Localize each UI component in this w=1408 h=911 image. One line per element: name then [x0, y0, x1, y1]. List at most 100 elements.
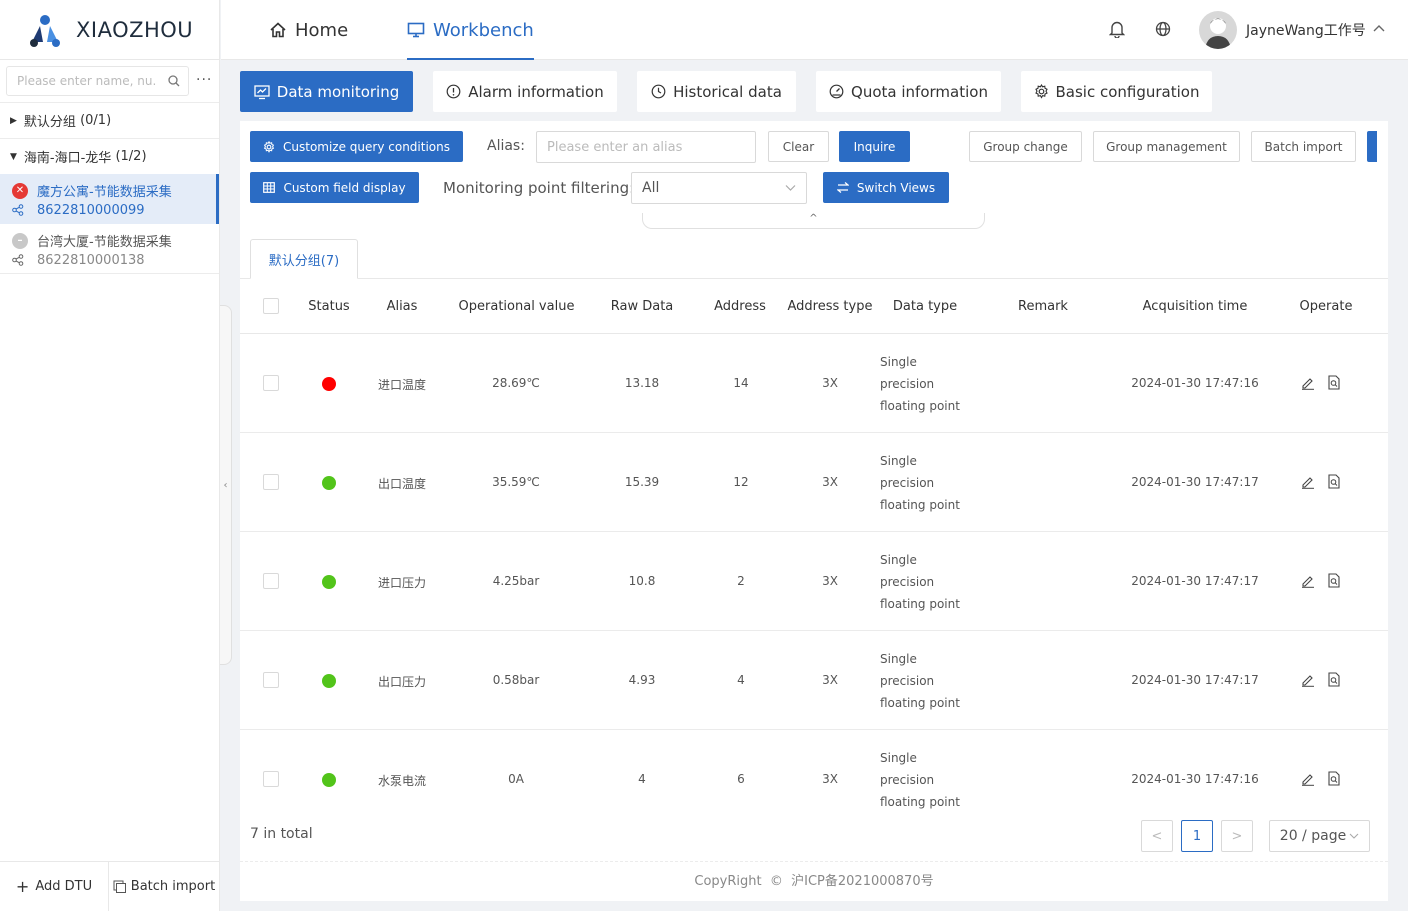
row-checkbox[interactable]	[263, 672, 279, 688]
custom-field-display-button[interactable]: Custom field display	[250, 172, 419, 203]
page-1-button[interactable]: 1	[1181, 820, 1213, 852]
cell-address-type: 3X	[822, 673, 838, 687]
logo[interactable]: XIAOZHOU	[0, 0, 220, 60]
chevron-up-icon[interactable]	[1373, 24, 1385, 32]
table-row[interactable]: 出口压力 0.58bar 4.93 4 3X Single precision fl…	[240, 631, 1388, 730]
device-item[interactable]: – 台湾大厦-节能数据采集 8622810000138	[0, 224, 219, 274]
tab-historical-data[interactable]: Historical data	[637, 71, 796, 112]
customize-query-label: Customize query conditions	[283, 139, 450, 154]
tab-data-monitoring[interactable]: Data monitoring	[240, 71, 413, 112]
icp-link[interactable]: 沪ICP备2021000870号	[791, 874, 933, 889]
alias-input[interactable]	[547, 139, 755, 155]
document-search-icon[interactable]	[1327, 474, 1341, 489]
user-name[interactable]: JayneWang工作号	[1246, 20, 1366, 40]
alias-field[interactable]	[536, 131, 756, 163]
nav-workbench[interactable]: Workbench	[407, 0, 534, 60]
filter-value: All	[642, 180, 660, 196]
document-search-icon[interactable]	[1327, 771, 1341, 786]
group-management-button[interactable]: Group management	[1093, 131, 1240, 162]
overflow-button[interactable]	[1367, 131, 1377, 162]
row-checkbox[interactable]	[263, 474, 279, 490]
cell-value: 0A	[508, 772, 524, 786]
batch-import-button[interactable]: Batch import	[1251, 131, 1356, 162]
clear-label: Clear	[782, 139, 815, 154]
cell-alias: 水泵电流	[377, 774, 426, 788]
cell-data-type: Single precision floating point	[880, 751, 960, 809]
group-hainan[interactable]: ▼ 海南-海口-龙华 (1/2)	[0, 138, 219, 174]
chevron-down-icon	[1349, 833, 1359, 839]
search-icon[interactable]	[168, 75, 180, 87]
avatar[interactable]	[1199, 11, 1237, 49]
document-search-icon[interactable]	[1327, 672, 1341, 687]
document-search-icon[interactable]	[1327, 573, 1341, 588]
row-checkbox[interactable]	[263, 771, 279, 787]
row-checkbox[interactable]	[263, 573, 279, 589]
batch-import-button[interactable]: Batch import	[109, 862, 219, 911]
device-item[interactable]: ✕ 魔方公寓-节能数据采集 8622810000099	[0, 174, 219, 224]
next-page-button[interactable]: >	[1221, 820, 1253, 852]
nav-workbench-label: Workbench	[433, 19, 534, 41]
status-normal-dot	[322, 575, 336, 589]
table-row[interactable]: 进口温度 28.69℃ 13.18 14 3X Single precision f…	[240, 334, 1388, 433]
col-data-type: Data type	[892, 299, 958, 314]
alert-circle-icon	[446, 84, 461, 99]
monitor-icon	[407, 22, 425, 38]
share-icon[interactable]	[12, 254, 24, 266]
tab-basic-configuration[interactable]: Basic configuration	[1021, 71, 1212, 112]
device-search-input[interactable]	[17, 74, 157, 88]
plus-icon: +	[15, 877, 30, 896]
top-header: Home Workbench JayneWang工作号	[221, 0, 1408, 60]
switch-views-button[interactable]: Switch Views	[823, 172, 949, 203]
col-address: Address	[714, 299, 766, 314]
bell-icon[interactable]	[1109, 20, 1125, 38]
alias-label: Alias:	[487, 138, 525, 154]
cell-raw: 4.93	[628, 673, 656, 687]
tab-label: Basic configuration	[1055, 82, 1200, 101]
table-row[interactable]: 进口压力 4.25bar 10.8 2 3X Single precision fl…	[240, 532, 1388, 631]
collapse-sidebar-handle[interactable]: ‹	[220, 305, 232, 665]
more-options-icon[interactable]: ···	[196, 72, 212, 88]
select-all-checkbox[interactable]	[263, 298, 279, 314]
table-row[interactable]: 出口温度 35.59℃ 15.39 12 3X Single precision f…	[240, 433, 1388, 532]
add-dtu-label: Add DTU	[35, 879, 93, 894]
clear-button[interactable]: Clear	[768, 131, 829, 162]
customize-query-button[interactable]: Customize query conditions	[250, 131, 463, 162]
nav-home[interactable]: Home	[269, 0, 348, 60]
col-operational-value: Operational value	[458, 299, 575, 314]
row-checkbox[interactable]	[263, 375, 279, 391]
table-row[interactable]: 水泵电流 0A 4 6 3X Single precision floating p…	[240, 730, 1388, 829]
add-dtu-button[interactable]: + Add DTU	[0, 862, 109, 911]
edit-icon[interactable]	[1301, 475, 1315, 489]
globe-icon[interactable]	[1155, 21, 1171, 37]
data-monitoring-panel: Customize query conditions Alias: Clear …	[240, 121, 1388, 901]
device-number: 8622810000138	[37, 253, 145, 268]
chevron-left-icon: ‹	[223, 479, 228, 491]
tab-quota-information[interactable]: Quota information	[816, 71, 1001, 112]
page-size-select[interactable]: 20 / page	[1269, 820, 1370, 852]
edit-icon[interactable]	[1301, 673, 1315, 687]
tab-default-group[interactable]: 默认分组(7)	[250, 239, 358, 279]
group-change-button[interactable]: Group change	[969, 131, 1082, 162]
group-change-label: Group change	[983, 139, 1068, 154]
edit-icon[interactable]	[1301, 574, 1315, 588]
cell-raw: 10.8	[628, 574, 656, 588]
tab-label: Alarm information	[468, 82, 604, 101]
cell-value: 28.69℃	[492, 376, 540, 390]
tab-label: Quota information	[851, 82, 988, 101]
edit-icon[interactable]	[1301, 376, 1315, 390]
monitoring-point-filter[interactable]: All	[631, 172, 807, 204]
copyright-label: CopyRight	[694, 874, 762, 889]
prev-page-button[interactable]: <	[1141, 820, 1173, 852]
inquire-button[interactable]: Inquire	[839, 131, 910, 162]
collapse-filters-toggle[interactable]: ^	[642, 213, 985, 229]
monitor-chart-icon	[254, 84, 270, 99]
tab-alarm-information[interactable]: Alarm information	[433, 71, 617, 112]
share-icon[interactable]	[12, 204, 24, 216]
device-search[interactable]	[6, 66, 189, 96]
cell-address-type: 3X	[822, 475, 838, 489]
copyright-icon: ©	[765, 874, 787, 889]
group-default[interactable]: ▶ 默认分组 (0/1)	[0, 102, 219, 138]
edit-icon[interactable]	[1301, 772, 1315, 786]
document-search-icon[interactable]	[1327, 375, 1341, 390]
cell-time: 2024-01-30 17:47:17	[1131, 673, 1259, 687]
